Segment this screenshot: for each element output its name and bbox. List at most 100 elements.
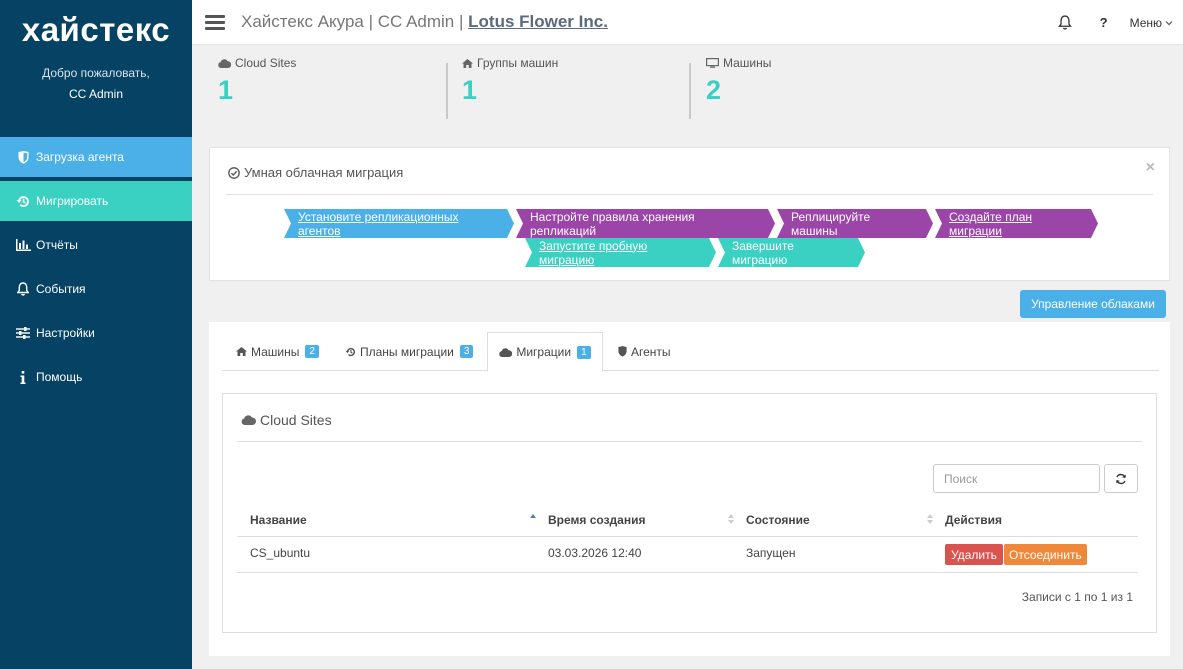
user-name: CC Admin bbox=[68, 87, 124, 101]
close-icon[interactable]: × bbox=[1146, 159, 1155, 177]
stat-machine-groups: Группы машин 1 bbox=[462, 56, 558, 106]
table-header: Название Время создания Состояние Действ… bbox=[237, 504, 1138, 537]
sort-icon[interactable] bbox=[926, 512, 934, 526]
stat-value: 1 bbox=[218, 75, 234, 105]
top-header: Хайстекс Акура | CC Admin | Lotus Flower… bbox=[192, 0, 1183, 45]
bar-chart-icon bbox=[12, 239, 34, 251]
logo: хайстекс bbox=[21, 11, 171, 48]
sidebar-item-help[interactable]: Помощь bbox=[0, 357, 192, 397]
sidebar-item-settings[interactable]: Настройки bbox=[0, 313, 192, 353]
step-test-migration[interactable]: Запустите пробную миграцию bbox=[525, 238, 716, 267]
tab-label: Машины bbox=[251, 344, 300, 359]
company-link[interactable]: Lotus Flower Inc. bbox=[468, 12, 608, 31]
sidebar-item-label: Настройки bbox=[36, 326, 95, 340]
count-badge: 1 bbox=[577, 345, 591, 359]
tab-label: Планы миграции bbox=[360, 344, 454, 359]
stats-bar: Cloud Sites 1 Группы машин 1 Машины 2 bbox=[192, 46, 1183, 136]
count-badge: 3 bbox=[459, 345, 474, 358]
sidebar-item-label: События bbox=[36, 282, 86, 296]
panel-title-text: Умная облачная миграция bbox=[244, 165, 404, 180]
cloud-sites-panel: Cloud Sites Название Время создания Сост… bbox=[222, 393, 1157, 633]
refresh-icon bbox=[1116, 473, 1126, 484]
disconnect-button[interactable]: Отсоединить bbox=[1004, 544, 1087, 565]
sidebar-item-label: Загрузка агента bbox=[36, 150, 124, 164]
home-icon bbox=[462, 58, 473, 68]
stat-label: Cloud Sites bbox=[235, 56, 297, 70]
stat-divider bbox=[446, 63, 448, 119]
step-replicate-machines[interactable]: Реплицируйте машины bbox=[777, 209, 933, 238]
tab-agents[interactable]: Агенты bbox=[618, 332, 671, 371]
step-install-agents[interactable]: Установите репликационных агентов bbox=[284, 209, 514, 238]
info-icon bbox=[12, 370, 34, 384]
stat-value: 1 bbox=[462, 75, 478, 105]
step-retention-rules[interactable]: Настройте правила хранения репликаций bbox=[516, 209, 775, 238]
divider bbox=[226, 194, 1153, 195]
panel-title: Cloud Sites bbox=[241, 412, 332, 428]
stat-machines: Машины 2 bbox=[706, 56, 771, 106]
sort-asc-icon[interactable] bbox=[529, 512, 537, 526]
cell-state: Запущен bbox=[746, 546, 796, 560]
sliders-icon bbox=[12, 327, 34, 339]
chevron-down-icon bbox=[1165, 20, 1173, 25]
sidebar-item-agent-download[interactable]: Загрузка агента bbox=[0, 137, 192, 177]
sort-icon[interactable] bbox=[727, 512, 735, 526]
column-header-name[interactable]: Название bbox=[250, 513, 307, 527]
shield-icon bbox=[12, 150, 34, 164]
stat-label: Машины bbox=[723, 56, 772, 70]
cloud-icon bbox=[218, 58, 231, 68]
sidebar-item-events[interactable]: События bbox=[0, 269, 192, 309]
divider bbox=[237, 441, 1142, 442]
stat-cloud-sites: Cloud Sites 1 bbox=[218, 56, 296, 106]
sidebar-nav: Загрузка агента Мигрировать Отчёты Событ… bbox=[0, 137, 192, 401]
menu-label: Меню bbox=[1129, 15, 1162, 30]
sidebar-item-migrate[interactable]: Мигрировать bbox=[0, 181, 192, 221]
notifications-bell-icon[interactable] bbox=[1057, 15, 1072, 30]
table-info: Записи с 1 по 1 из 1 bbox=[1021, 590, 1133, 604]
cell-created: 03.03.2026 12:40 bbox=[548, 546, 642, 560]
smart-migration-panel: Умная облачная миграция × Установите реп… bbox=[209, 147, 1170, 281]
column-header-actions: Действия bbox=[945, 513, 1003, 527]
sidebar: хайстекс Добро пожаловать, CC Admin Загр… bbox=[0, 0, 192, 669]
page-title: Хайстекс Акура | CC Admin | Lotus Flower… bbox=[241, 12, 608, 32]
history-icon bbox=[12, 195, 34, 208]
column-header-state[interactable]: Состояние bbox=[746, 513, 810, 527]
step-finish-migration[interactable]: Завершите миграцию bbox=[718, 238, 865, 267]
welcome-text: Добро пожаловать, bbox=[42, 66, 150, 80]
stat-value: 2 bbox=[706, 75, 722, 105]
delete-button[interactable]: Удалить bbox=[945, 544, 1003, 565]
tab-bar: Машины 2 Планы миграции 3 Миграции 1 Аге… bbox=[222, 332, 1159, 372]
cell-name: CS_ubuntu bbox=[250, 546, 311, 560]
home-icon bbox=[236, 347, 247, 356]
top-actions: ? Меню bbox=[1057, 0, 1183, 45]
tab-panel: Машины 2 Планы миграции 3 Миграции 1 Аге… bbox=[209, 322, 1170, 656]
app-title: Хайстекс Акура | CC Admin | bbox=[241, 12, 469, 31]
hamburger-menu-icon[interactable] bbox=[205, 14, 225, 30]
sidebar-item-reports[interactable]: Отчёты bbox=[0, 225, 192, 265]
help-button[interactable]: ? bbox=[1100, 15, 1108, 30]
menu-dropdown[interactable]: Меню bbox=[1130, 16, 1173, 30]
tab-migrations[interactable]: Миграции 1 bbox=[487, 332, 603, 372]
column-header-created[interactable]: Время создания bbox=[548, 513, 645, 527]
sidebar-item-label: Помощь bbox=[36, 370, 83, 384]
tab-migration-plans[interactable]: Планы миграции 3 bbox=[345, 332, 474, 371]
cloud-icon bbox=[241, 415, 256, 425]
monitor-icon bbox=[706, 58, 719, 68]
sidebar-item-label: Отчёты bbox=[36, 238, 78, 252]
tab-label: Агенты bbox=[631, 344, 671, 359]
search-input[interactable] bbox=[933, 464, 1100, 493]
cloud-icon bbox=[499, 347, 513, 357]
panel-title: Умная облачная миграция bbox=[228, 165, 403, 180]
welcome-block: Добро пожаловать, CC Admin bbox=[0, 66, 192, 101]
refresh-button[interactable] bbox=[1104, 464, 1138, 493]
bell-icon bbox=[12, 282, 34, 296]
history-icon bbox=[345, 347, 355, 356]
manage-clouds-button[interactable]: Управление облаками bbox=[1020, 290, 1166, 318]
check-circle-icon bbox=[228, 166, 240, 179]
panel-title-text: Cloud Sites bbox=[260, 412, 332, 428]
step-create-plan[interactable]: Создайте план миграции bbox=[935, 209, 1098, 238]
tab-label: Миграции bbox=[516, 345, 572, 359]
tab-machines[interactable]: Машины 2 bbox=[236, 332, 319, 371]
stat-divider bbox=[689, 63, 691, 119]
count-badge: 2 bbox=[305, 345, 319, 358]
stat-label: Группы машин bbox=[477, 56, 559, 70]
